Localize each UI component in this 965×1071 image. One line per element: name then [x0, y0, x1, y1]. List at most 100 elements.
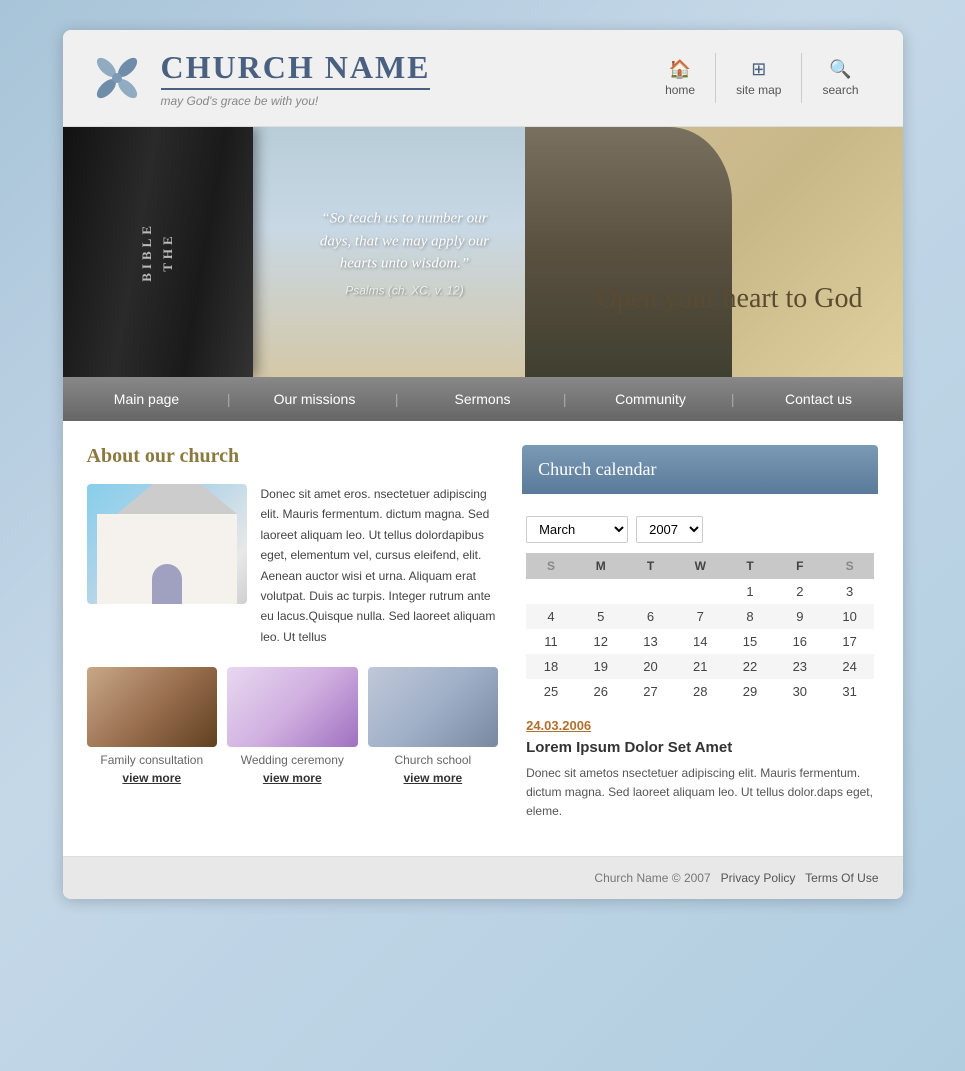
calendar-day[interactable]: 18: [526, 654, 576, 679]
calendar-day[interactable]: 22: [725, 654, 775, 679]
event-title: Lorem Ipsum Dolor Set Amet: [526, 739, 874, 756]
calendar-day[interactable]: 16: [775, 629, 825, 654]
calendar-day[interactable]: 27: [626, 679, 676, 704]
bible-book: THEBIBLE: [63, 127, 253, 377]
hero-quote: “So teach us to number our days, that we…: [305, 207, 505, 297]
service-school: Church school view more: [368, 667, 499, 785]
page-wrapper: CHURCH NAME may God's grace be with you!…: [63, 30, 903, 899]
person-image: [525, 127, 733, 377]
calendar-day[interactable]: 14: [675, 629, 725, 654]
calendar-day[interactable]: 1: [725, 579, 775, 604]
calendar-day[interactable]: 4: [526, 604, 576, 629]
year-select[interactable]: 2005200620072008: [636, 516, 703, 543]
church-logo-icon: [87, 48, 147, 108]
nav-main-page[interactable]: Main page: [63, 377, 231, 421]
bible-text: THEBIBLE: [137, 222, 179, 282]
calendar-day[interactable]: 9: [775, 604, 825, 629]
wedding-thumb: [227, 667, 358, 747]
calendar-day[interactable]: 3: [825, 579, 875, 604]
hero-left: THEBIBLE “So teach us to number our days…: [63, 127, 525, 377]
calendar-day[interactable]: 19: [576, 654, 626, 679]
left-column: About our church Donec sit amet eros. ns…: [87, 445, 523, 832]
main-content: About our church Donec sit amet eros. ns…: [63, 421, 903, 856]
hero-banner: THEBIBLE “So teach us to number our days…: [63, 127, 903, 377]
cal-col-t1: T: [626, 553, 676, 579]
name-underline: [161, 88, 431, 90]
header: CHURCH NAME may God's grace be with you!…: [63, 30, 903, 127]
calendar-day[interactable]: 29: [725, 679, 775, 704]
calendar-day[interactable]: 21: [675, 654, 725, 679]
calendar-day[interactable]: 25: [526, 679, 576, 704]
calendar-day: [576, 579, 626, 604]
hero-quote-text: “So teach us to number our days, that we…: [305, 207, 505, 275]
calendar-day[interactable]: 8: [725, 604, 775, 629]
calendar-controls: JanuaryFebruaryMarchAprilMayJuneJulyAugu…: [526, 516, 874, 543]
terms-link[interactable]: Terms Of Use: [805, 871, 878, 885]
nav-search[interactable]: 🔍 search: [801, 53, 878, 103]
calendar-day[interactable]: 12: [576, 629, 626, 654]
calendar-day[interactable]: 6: [626, 604, 676, 629]
church-intro: Donec sit amet eros. nsectetuer adipisci…: [87, 484, 499, 647]
calendar-day[interactable]: 5: [576, 604, 626, 629]
service-family: Family consultation view more: [87, 667, 218, 785]
service-items: Family consultation view more Wedding ce…: [87, 667, 499, 785]
church-image: [87, 484, 247, 604]
calendar-day[interactable]: 24: [825, 654, 875, 679]
calendar-day[interactable]: 2: [775, 579, 825, 604]
calendar-day[interactable]: 7: [675, 604, 725, 629]
nav-home[interactable]: 🏠 home: [645, 53, 715, 103]
nav-contact-us[interactable]: Contact us: [735, 377, 903, 421]
calendar-day[interactable]: 10: [825, 604, 875, 629]
church-name: CHURCH NAME: [161, 49, 431, 86]
calendar-day[interactable]: 28: [675, 679, 725, 704]
calendar-day[interactable]: 31: [825, 679, 875, 704]
about-title: About our church: [87, 445, 499, 468]
church-door: [152, 564, 182, 604]
calendar-day[interactable]: 30: [775, 679, 825, 704]
nav-sitemap[interactable]: ⊞ site map: [715, 53, 801, 103]
cal-col-t2: T: [725, 553, 775, 579]
home-icon: 🏠: [669, 59, 691, 80]
right-column: Church calendar JanuaryFebruaryMarchApri…: [522, 445, 878, 832]
calendar-day: [675, 579, 725, 604]
cal-col-s2: S: [825, 553, 875, 579]
month-select[interactable]: JanuaryFebruaryMarchAprilMayJuneJulyAugu…: [526, 516, 628, 543]
calendar-day: [626, 579, 676, 604]
wedding-view-more[interactable]: view more: [227, 771, 358, 785]
nav-our-missions[interactable]: Our missions: [231, 377, 399, 421]
event-date[interactable]: 24.03.2006: [526, 718, 874, 733]
family-thumb: [87, 667, 218, 747]
cal-col-w: W: [675, 553, 725, 579]
nav-sitemap-label: site map: [736, 83, 781, 97]
hero-right: Open your heart to God: [525, 127, 903, 377]
footer-text: Church Name © 2007: [594, 871, 710, 885]
cal-col-f: F: [775, 553, 825, 579]
nav-sermons[interactable]: Sermons: [399, 377, 567, 421]
calendar-day[interactable]: 23: [775, 654, 825, 679]
calendar-day[interactable]: 20: [626, 654, 676, 679]
school-view-more[interactable]: view more: [368, 771, 499, 785]
calendar-day[interactable]: 13: [626, 629, 676, 654]
church-tagline: may God's grace be with you!: [161, 94, 431, 108]
nav-community[interactable]: Community: [567, 377, 735, 421]
calendar-table: S M T W T F S 12345678910111213141516171…: [526, 553, 874, 704]
calendar-day: [526, 579, 576, 604]
header-left: CHURCH NAME may God's grace be with you!: [87, 48, 431, 108]
privacy-policy-link[interactable]: Privacy Policy: [721, 871, 796, 885]
calendar-content: JanuaryFebruaryMarchAprilMayJuneJulyAugu…: [522, 494, 878, 832]
calendar-day[interactable]: 15: [725, 629, 775, 654]
church-name-block: CHURCH NAME may God's grace be with you!: [161, 49, 431, 108]
sitemap-icon: ⊞: [751, 59, 766, 80]
cal-col-s1: S: [526, 553, 576, 579]
main-nav: Main page Our missions Sermons Community…: [63, 377, 903, 421]
calendar-day[interactable]: 17: [825, 629, 875, 654]
family-view-more[interactable]: view more: [87, 771, 218, 785]
event-desc: Donec sit ametos nsectetuer adipiscing e…: [526, 764, 874, 822]
calendar-day[interactable]: 11: [526, 629, 576, 654]
wedding-caption: Wedding ceremony: [227, 753, 358, 767]
nav-search-label: search: [822, 83, 858, 97]
search-icon: 🔍: [829, 59, 851, 80]
cal-col-m: M: [576, 553, 626, 579]
header-nav: 🏠 home ⊞ site map 🔍 search: [645, 53, 878, 103]
calendar-day[interactable]: 26: [576, 679, 626, 704]
